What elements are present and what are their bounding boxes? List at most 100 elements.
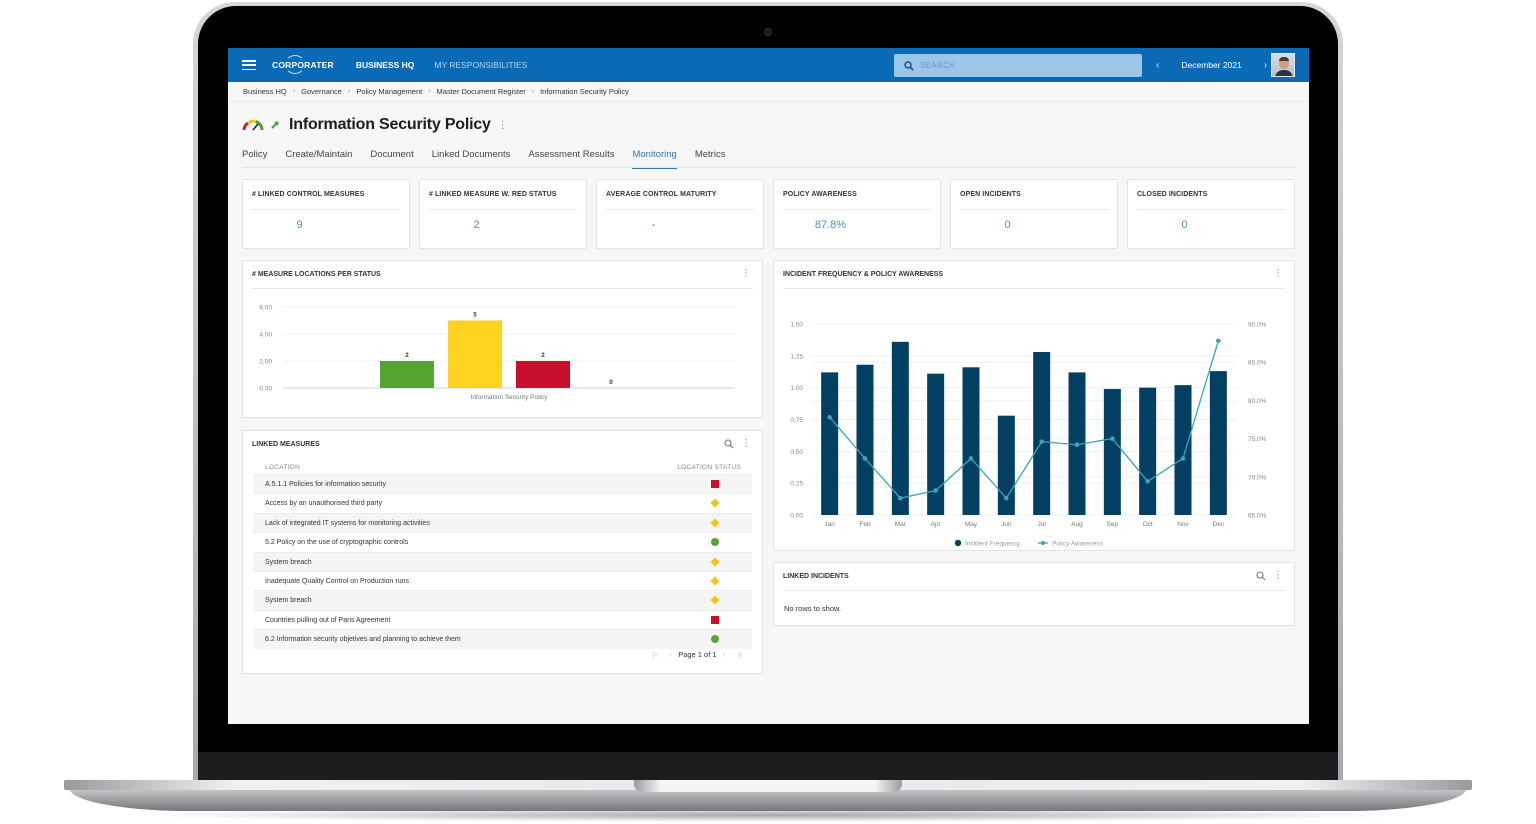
hamburger-menu-icon[interactable] bbox=[242, 60, 256, 70]
data-label: 2 bbox=[405, 353, 409, 359]
tab-policy[interactable]: Policy bbox=[242, 149, 267, 169]
table-row[interactable]: A.5.1.1 Policies for information securit… bbox=[253, 474, 752, 494]
kpi-card-average-control-maturity[interactable]: AVERAGE CONTROL MATURITY - bbox=[596, 179, 764, 249]
previous-period-icon[interactable]: ‹ bbox=[1152, 60, 1163, 71]
period-label[interactable]: December 2021 bbox=[1181, 60, 1241, 70]
location-cell: Access by an unauthorised third party bbox=[265, 500, 383, 508]
kpi-card-open-incidents[interactable]: OPEN INCIDENTS 0 bbox=[950, 179, 1118, 249]
location-cell: System breach bbox=[265, 558, 312, 566]
nav-business-hq[interactable]: BUSINESS HQ bbox=[356, 60, 415, 70]
table-row[interactable]: System breach bbox=[253, 551, 752, 571]
kpi-value: 0 bbox=[1004, 219, 1011, 231]
chevron-right-icon: › bbox=[428, 88, 431, 95]
nav-my-responsibilities[interactable]: MY RESPONSIBILITIES bbox=[434, 60, 527, 70]
bar-green bbox=[380, 361, 434, 388]
user-avatar[interactable] bbox=[1271, 53, 1295, 77]
kpi-title: POLICY AWARENESS bbox=[783, 191, 857, 198]
table-row[interactable]: Access by an unauthorised third party bbox=[253, 493, 752, 512]
more-options-icon[interactable]: ⋮ bbox=[741, 268, 751, 279]
x-tick-label: Feb bbox=[859, 521, 871, 528]
x-tick-label: Dec bbox=[1213, 521, 1225, 528]
y-left-tick-label: 0.00 bbox=[790, 513, 803, 520]
search-icon[interactable] bbox=[1256, 571, 1266, 581]
next-page-icon[interactable]: › bbox=[723, 650, 726, 659]
chevron-right-icon: › bbox=[531, 88, 535, 95]
breadcrumb-item[interactable]: Business HQ bbox=[243, 87, 287, 96]
search-icon[interactable] bbox=[724, 439, 734, 449]
measure-locations-chart-card: # MEASURE LOCATIONS PER STATUS ⋮ 0.00 2.0… bbox=[242, 260, 763, 418]
kpi-card-red-status[interactable]: # LINKED MEASURE W. RED STATUS 2 bbox=[419, 179, 587, 249]
table-row[interactable]: System breach bbox=[253, 590, 752, 610]
status-yellow-icon bbox=[710, 576, 720, 586]
column-header-location-status[interactable]: LOCATION STATUS bbox=[677, 464, 741, 471]
trend-up-arrow-icon bbox=[271, 121, 279, 129]
y-right-tick-label: 90.0% bbox=[1248, 322, 1267, 329]
laptop-chin bbox=[198, 752, 1338, 782]
page-header: Information Security Policy ⋮ bbox=[242, 116, 508, 134]
tab-linked-documents[interactable]: Linked Documents bbox=[432, 149, 511, 169]
bar-incident-frequency bbox=[856, 364, 874, 515]
top-navigation-bar: CORPORATER BUSINESS HQ MY RESPONSIBILITI… bbox=[228, 48, 1309, 82]
tab-document[interactable]: Document bbox=[370, 149, 413, 169]
more-options-icon[interactable]: ⋮ bbox=[741, 438, 751, 449]
table-row[interactable]: Inadequate Quality Control on Production… bbox=[253, 570, 752, 590]
x-tick-label: Apr bbox=[931, 521, 942, 528]
status-yellow-icon bbox=[710, 557, 720, 567]
data-label: 5 bbox=[473, 313, 477, 319]
table-row[interactable]: 5.2 Policy on the use of cryptographic c… bbox=[253, 532, 752, 551]
previous-page-icon[interactable]: ‹ bbox=[670, 650, 673, 659]
app-screen: CORPORATER BUSINESS HQ MY RESPONSIBILITI… bbox=[228, 48, 1309, 724]
table-row[interactable]: Lack of integrated IT systems for monito… bbox=[253, 512, 752, 533]
next-period-icon[interactable]: › bbox=[1260, 60, 1271, 71]
kpi-title: CLOSED INCIDENTS bbox=[1137, 191, 1208, 198]
status-red-icon bbox=[711, 615, 719, 624]
search-input[interactable] bbox=[920, 61, 1120, 70]
location-cell: A.5.1.1 Policies for information securit… bbox=[265, 481, 386, 488]
tab-create-maintain[interactable]: Create/Maintain bbox=[285, 149, 352, 169]
more-options-icon[interactable]: ⋮ bbox=[498, 120, 508, 131]
kpi-value: 2 bbox=[473, 219, 480, 231]
x-tick-label: Mar bbox=[895, 521, 907, 528]
search-icon bbox=[904, 60, 914, 71]
kpi-card-linked-control-measures[interactable]: # LINKED CONTROL MEASURES 9 bbox=[242, 179, 410, 249]
more-options-icon[interactable]: ⋮ bbox=[1273, 570, 1283, 581]
breadcrumb-item[interactable]: Master Document Register bbox=[437, 87, 526, 96]
x-tick-label: Jun bbox=[1001, 521, 1012, 528]
more-options-icon[interactable]: ⋮ bbox=[1273, 268, 1283, 279]
status-yellow-icon bbox=[710, 518, 720, 528]
period-selector: ‹ December 2021 › bbox=[1152, 48, 1271, 82]
table-row[interactable]: 6.2 Information security objetives and p… bbox=[253, 629, 752, 649]
status-yellow-icon bbox=[710, 498, 720, 508]
tab-monitoring[interactable]: Monitoring bbox=[632, 149, 677, 169]
last-page-icon[interactable]: ›| bbox=[737, 650, 742, 659]
y-tick-label: 2.00 bbox=[259, 359, 272, 366]
x-tick-label: Jan bbox=[824, 521, 835, 528]
status-red-icon bbox=[711, 480, 719, 488]
bar-incident-frequency bbox=[1174, 385, 1192, 515]
data-label: 2 bbox=[541, 353, 545, 359]
kpi-card-closed-incidents[interactable]: CLOSED INCIDENTS 0 bbox=[1127, 179, 1295, 249]
first-page-icon[interactable]: |‹ bbox=[653, 650, 658, 659]
y-right-tick-label: 65.0% bbox=[1248, 513, 1267, 520]
point-policy-awareness bbox=[827, 414, 832, 420]
kpi-value: 87.8% bbox=[814, 219, 847, 231]
tab-metrics[interactable]: Metrics bbox=[695, 149, 726, 169]
breadcrumb-item[interactable]: Policy Management bbox=[356, 87, 422, 96]
y-right-tick-label: 70.0% bbox=[1248, 474, 1267, 481]
breadcrumb-item[interactable]: Governance bbox=[301, 87, 342, 96]
brand-logo[interactable]: CORPORATER bbox=[272, 55, 334, 74]
y-right-tick-label: 80.0% bbox=[1248, 398, 1267, 405]
data-label: 0 bbox=[609, 380, 613, 386]
x-tick-label: May bbox=[965, 521, 978, 528]
y-tick-label: 4.00 bbox=[259, 332, 272, 339]
kpi-card-policy-awareness[interactable]: POLICY AWARENESS 87.8% bbox=[773, 179, 941, 249]
column-header-location[interactable]: LOCATION bbox=[265, 464, 300, 471]
y-tick-label: 0.00 bbox=[259, 386, 272, 393]
bar-incident-frequency bbox=[1103, 388, 1121, 515]
location-cell: 6.2 Information security objetives and p… bbox=[265, 636, 461, 644]
card-title: INCIDENT FREQUENCY & POLICY AWARENESS bbox=[783, 271, 944, 278]
kpi-title: AVERAGE CONTROL MATURITY bbox=[606, 191, 717, 198]
tab-assessment-results[interactable]: Assessment Results bbox=[528, 149, 614, 169]
table-row[interactable]: Countries pulling out of Paris Agreement bbox=[253, 609, 752, 629]
search-box[interactable] bbox=[894, 54, 1142, 77]
